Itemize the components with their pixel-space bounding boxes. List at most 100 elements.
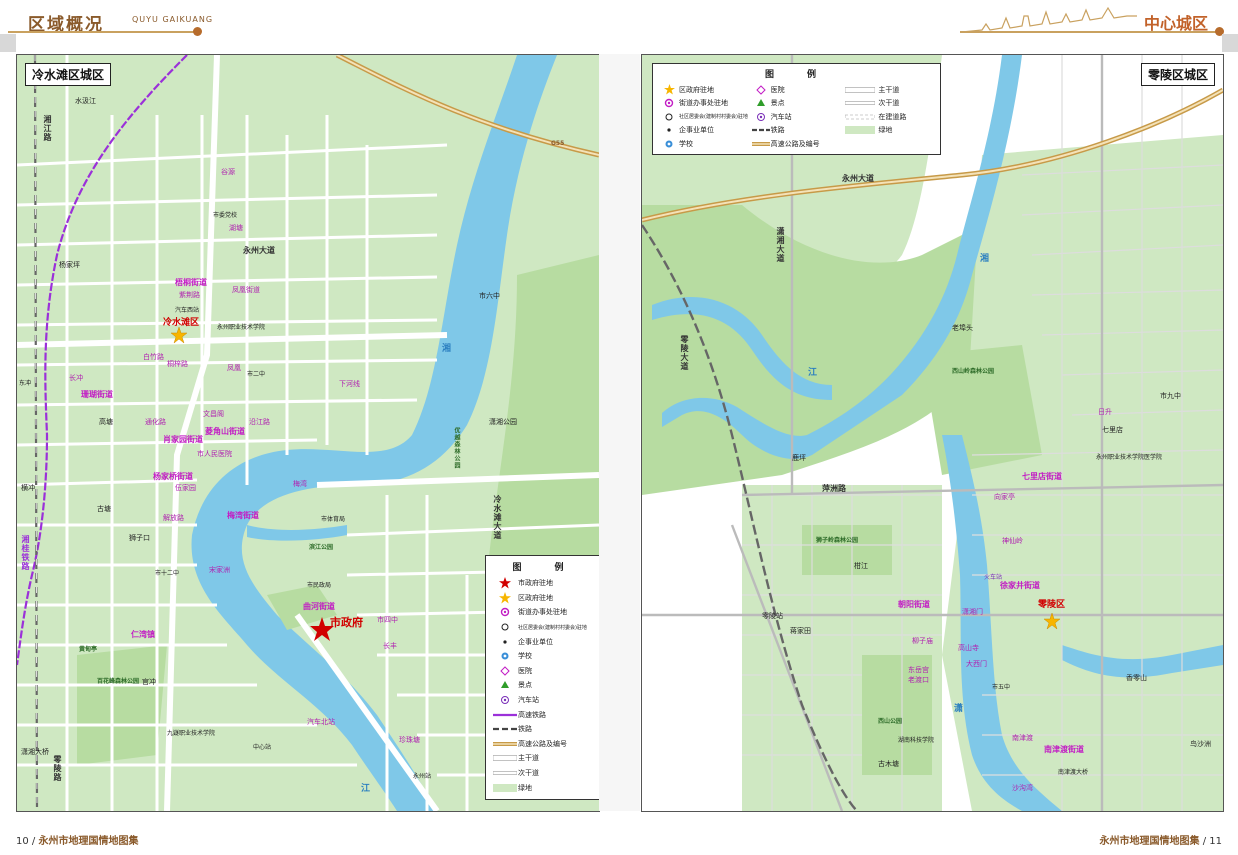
place-label: 潇湘大桥 [21,748,49,756]
legend-label: 高速公路及编号 [518,739,567,748]
place-label: 蒋家田 [790,627,811,635]
place-label: 火车站 [984,574,1003,581]
park-south [77,645,167,765]
page-gutter [599,54,640,811]
place-label: 高塘 [99,418,113,426]
header-rule-right [960,31,1220,33]
road-label: 冷水滩大道 [493,495,502,540]
legend-row: 企事业单位 [659,124,751,138]
place-label: 珍珠塘 [399,736,420,744]
scenic-icon [751,98,771,108]
place-label: 市五中 [992,684,1011,691]
place-label: 鹿坪 [792,454,806,462]
road-label: 零陵大道 [680,335,689,371]
place-label: 市十二中 [155,570,180,577]
road-label: 潇湘大道 [776,227,785,263]
place-label: 柳子庙 [912,637,933,645]
place-label: 香零山 [1126,674,1147,682]
legend-title: 图 例 [512,563,576,573]
place-label: 市委党校 [213,212,238,219]
railway-icon [492,726,518,732]
green-space-icon [842,125,878,135]
legend-row: 街道办事处驻地 [492,605,596,620]
park-label: 黄甸亭 [79,646,98,653]
legend-row: 铁路 [492,722,596,737]
district-gov-label: 冷水滩区 [163,318,200,328]
park-label: 百花峰森林公园 [97,678,140,685]
district-label: 朝阳街道 [898,600,930,609]
district-label: 曲河街道 [303,602,335,611]
district-label: 珊瑚街道 [81,390,113,399]
ring-icon [492,622,518,632]
place-label: 向家亭 [994,493,1015,501]
district-label: 梅湾街道 [227,511,259,520]
place-label: 解放路 [163,514,184,522]
city-gov-label: 市政府 [330,616,363,629]
river-label: 湘 [442,344,452,354]
margin-bar-right [1222,34,1238,52]
legend-label: 绿地 [878,126,893,135]
legend-label: 景点 [770,99,785,108]
place-label: 水汲江 [75,97,96,105]
legend-label: 主干道 [878,85,900,94]
legend-row: 社区居委会(建制村村委会)驻地 [492,620,596,635]
legend-row: 在建道路 [842,110,934,124]
place-label: 大西门 [966,660,987,668]
park-label: 优越森林公园 [453,427,460,469]
place-label: 凤凰 [227,364,241,372]
left-map-panel: 冷水滩区城区 市政府 冷水滩区 梧桐街道 菱角山街道 肖家园街道 珊瑚街道 杨家… [16,54,600,812]
place-label: 杨家坪 [59,261,80,269]
place-label: 永州站 [413,773,432,780]
page-number-right: 11 [1209,836,1222,847]
legend-row: 主干道 [842,83,934,97]
place-label: 长丰 [383,642,397,650]
place-label: 谷源 [221,168,235,176]
legend-row: 市政府驻地 [492,576,596,591]
place-label: 柑江 [854,562,868,570]
place-label: 神仙岭 [1002,537,1023,545]
legend-row: 主干道 [492,751,596,766]
legend-label: 在建道路 [878,112,907,121]
red-star-icon [492,577,518,589]
left-map-title: 冷水滩区城区 [25,63,112,86]
legend-row: 次干道 [842,97,934,111]
place-label: 古木塘 [878,760,899,768]
place-label: 文昌阁 [203,410,224,418]
bus-station-icon [751,112,771,122]
park-label: 狮子岭森林公园 [816,537,859,544]
place-label: 市四中 [377,616,398,624]
dot-icon [492,637,518,647]
main-road-icon [492,754,518,762]
header-dot-left-icon [193,27,202,36]
right-legend: 图 例 区政府驻地 街道办事处驻地 社区居委会(建制村村委会)驻地 企事业单位 … [652,63,941,155]
left-legend: 图 例 市政府驻地 区政府驻地 街道办事处驻地 社区居委会(建制村村委会)驻地 … [485,555,599,800]
legend-row: 绿地 [492,780,596,795]
legend-row: 社区居委会(建制村村委会)驻地 [659,110,751,124]
place-label: 通化路 [145,418,166,426]
place-label: 汽车北站 [307,718,335,726]
legend-label: 次干道 [518,769,539,778]
park-label: 西山公园 [878,718,903,725]
park-label: 西山岭森林公园 [952,368,995,375]
place-label: 老渡口 [908,676,929,684]
legend-label: 学校 [518,652,532,661]
place-label: 古塘 [97,505,111,513]
place-label: 零陵站 [762,612,783,620]
place-label: 市民政局 [307,582,332,589]
legend-label: 社区居委会(建制村村委会)驻地 [679,114,748,121]
road-label: 萍洲路 [822,484,846,493]
legend-label: 高速公路及编号 [770,139,820,148]
district-gov-label: 零陵区 [1038,600,1066,610]
hospital-icon [751,85,771,95]
road-label: 永州大道 [243,246,275,255]
district-label: 杨家桥街道 [153,472,193,481]
legend-label: 企事业单位 [679,126,714,135]
legend-row: 企事业单位 [492,634,596,649]
river-label: 江 [808,368,818,378]
page-header: 区域概况 QUYU GAIKUANG 中心城区 [0,0,1238,36]
place-label: 日升 [1098,408,1112,416]
legend-label: 主干道 [518,754,539,763]
legend-row: 区政府驻地 [659,83,751,97]
page-number-left: 10 [16,836,29,847]
place-label: 官冲 [142,678,156,686]
